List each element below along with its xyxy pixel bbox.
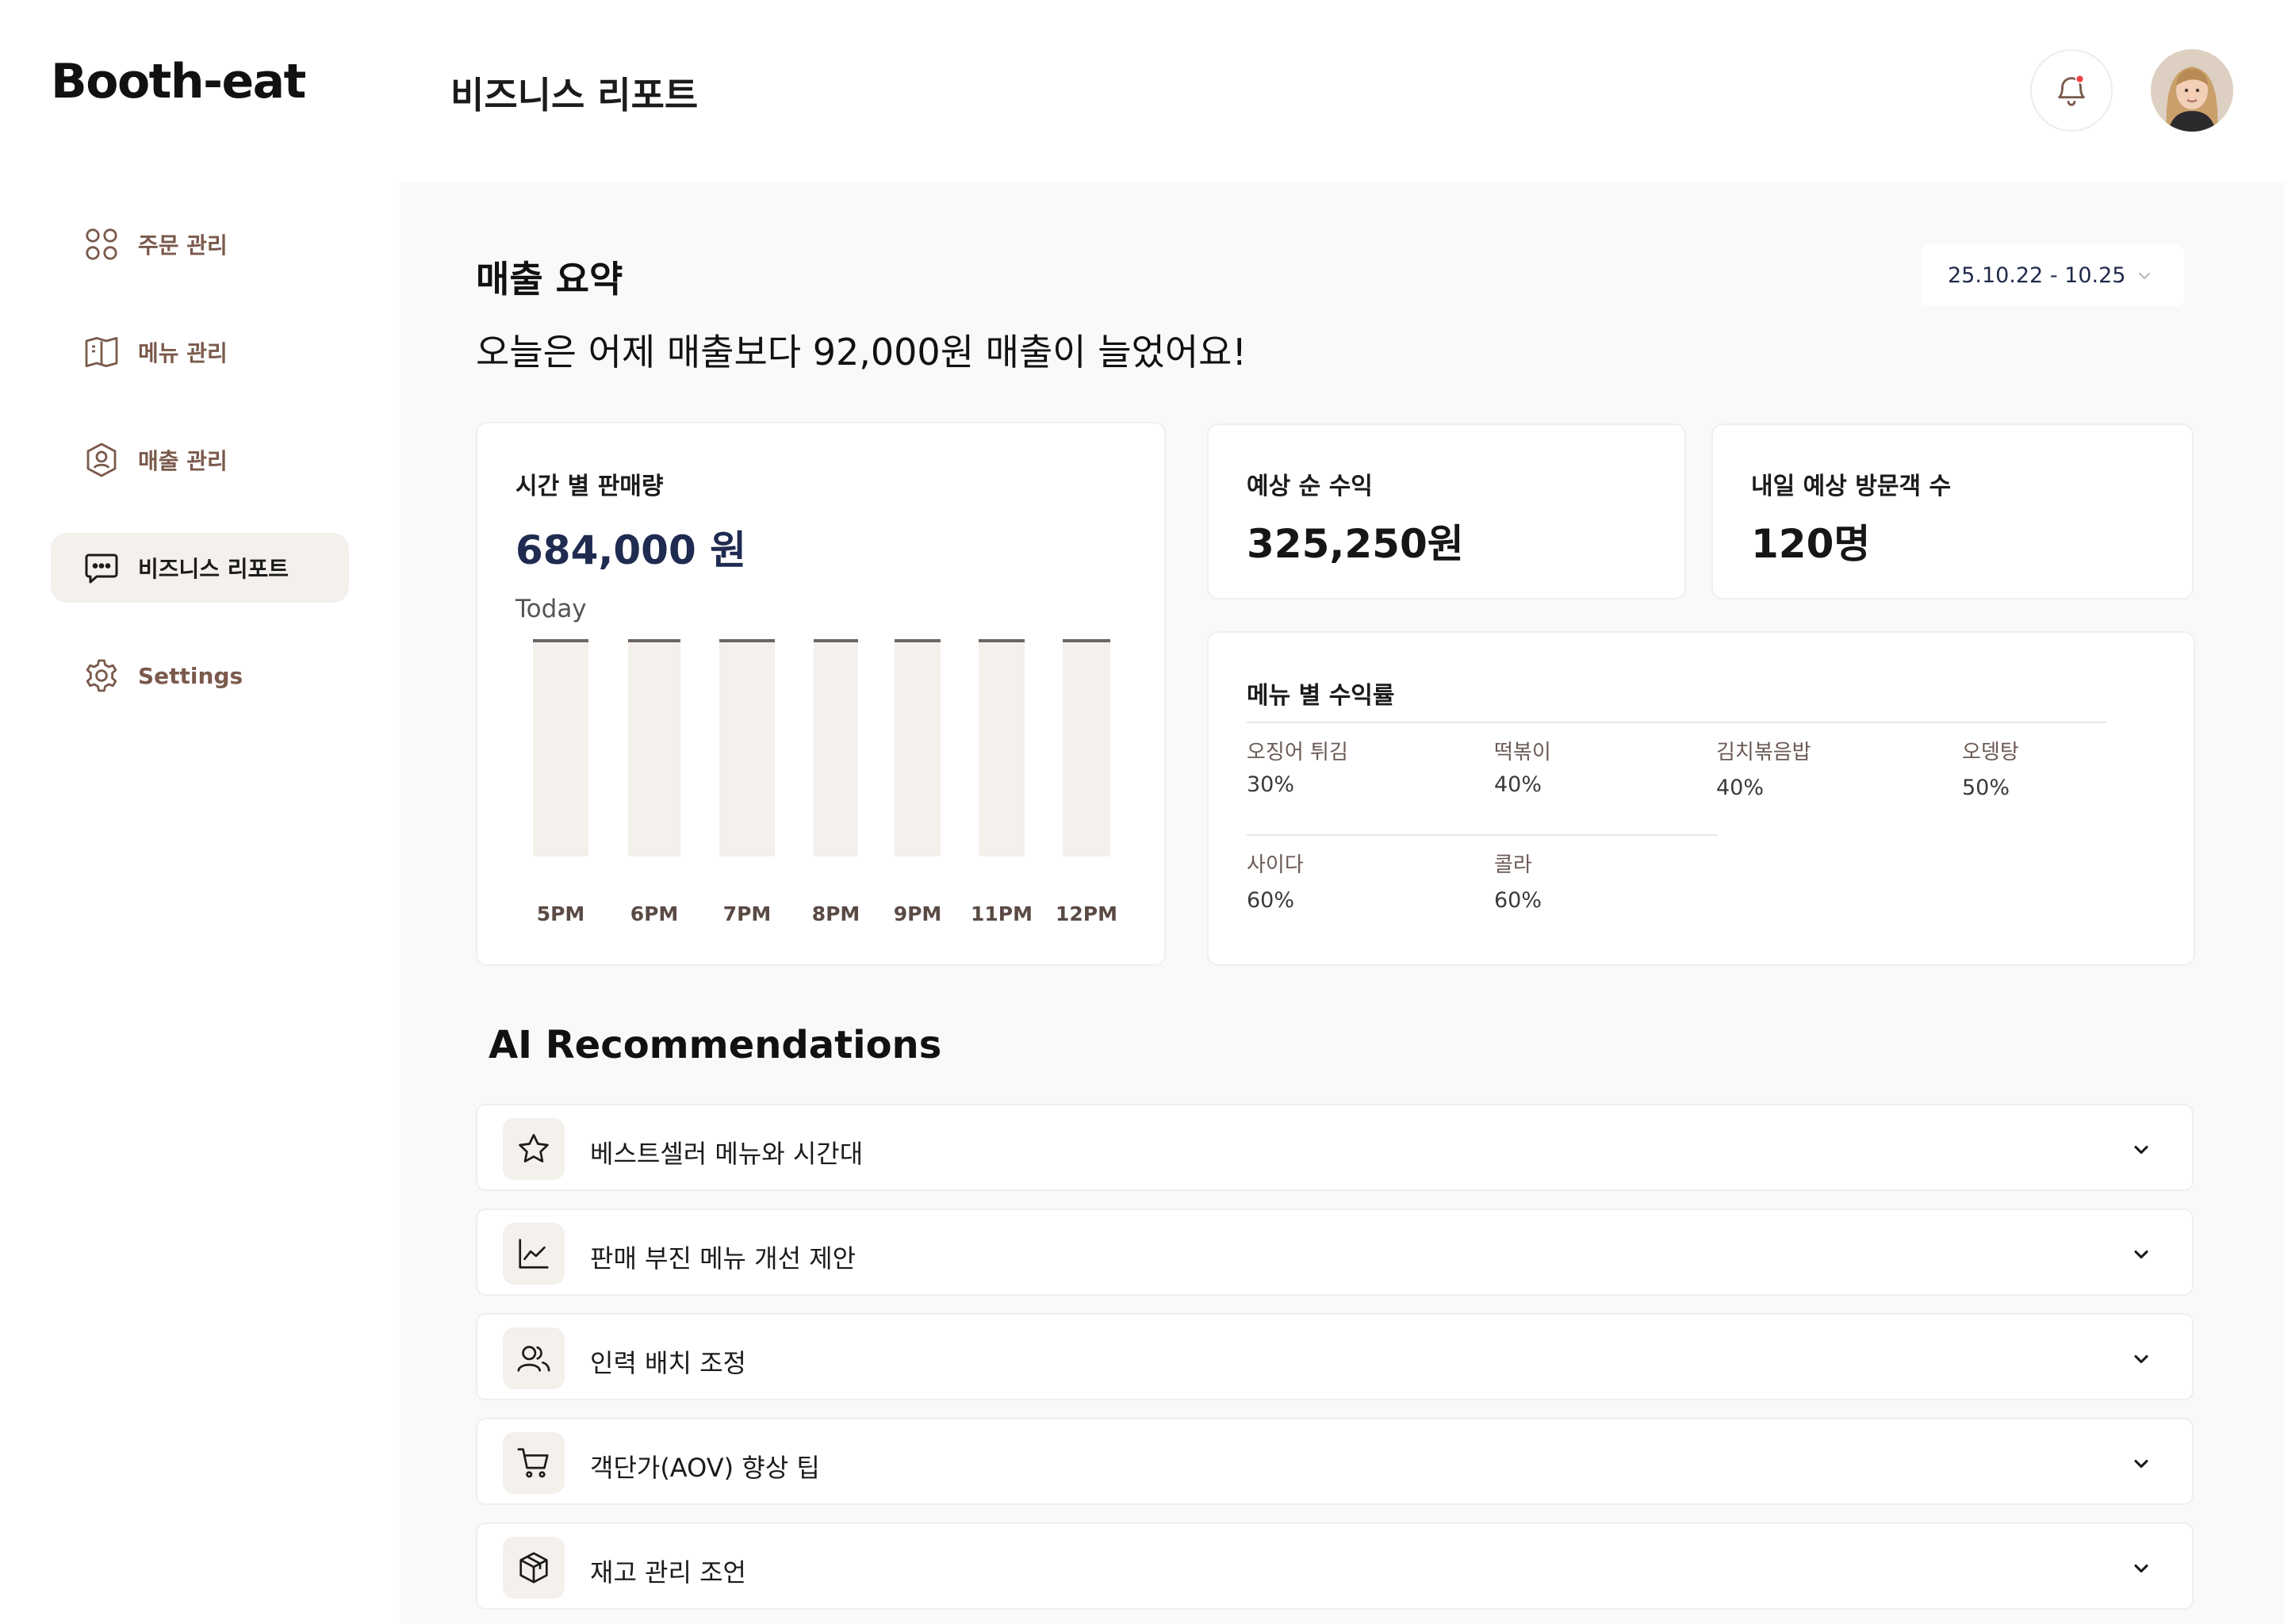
menu-item-pct: 40% (1494, 772, 1542, 797)
sales-card-label: 시간 별 판매량 (515, 473, 664, 500)
visitor-card-label: 내일 예상 방문객 수 (1751, 473, 1952, 500)
ai-item-slow-menu[interactable]: 판매 부진 메뉴 개선 제안 (476, 1208, 2194, 1296)
main-content: 매출 요약 오늘은 어제 매출보다 92,000원 매출이 늘었어요! 25.1… (400, 182, 2284, 1624)
chart-tick-label: 7PM (722, 902, 772, 925)
ai-item-staffing[interactable]: 인력 배치 조정 (476, 1313, 2194, 1400)
profit-value: 325,250원 (1247, 521, 1464, 567)
chart-bar (1063, 639, 1110, 856)
menu-item-name: 오징어 튀김 (1247, 741, 1348, 764)
ai-recommendations-title: AI Recommendations (489, 1023, 942, 1067)
trend-chart-icon (503, 1223, 565, 1285)
date-range-picker[interactable]: 25.10.22 - 10.25 (1921, 244, 2184, 306)
sidebar-item-label: 비즈니스 리포트 (138, 556, 289, 582)
menu-item-name: 콜라 (1494, 853, 1532, 877)
sidebar-item-business-report[interactable]: 비즈니스 리포트 (51, 533, 349, 603)
chevron-down-icon[interactable] (2130, 1139, 2152, 1161)
ai-item-label: 판매 부진 메뉴 개선 제안 (590, 1243, 856, 1274)
expected-visitors-card: 내일 예상 방문객 수 120명 (1711, 423, 2194, 599)
chart-bar (895, 639, 941, 856)
sidebar-item-label: 주문 관리 (138, 232, 228, 259)
chat-icon (81, 547, 122, 588)
star-icon (503, 1118, 565, 1180)
menu-profit-label: 메뉴 별 수익률 (1247, 682, 1395, 710)
expected-profit-card: 예상 순 수익 325,250원 (1207, 423, 1686, 599)
menu-item-pct: 30% (1247, 772, 1295, 797)
chart-bar (979, 639, 1025, 856)
summary-headline: 오늘은 어제 매출보다 92,000원 매출이 늘었어요! (476, 331, 1247, 373)
grid-icon (81, 224, 122, 265)
menu-item-pct: 40% (1716, 776, 1765, 800)
notification-dot (2075, 74, 2085, 84)
chevron-down-icon[interactable] (2130, 1557, 2152, 1580)
divider (1247, 834, 1718, 836)
divider (1247, 722, 2106, 723)
ai-item-aov[interactable]: 객단가(AOV) 향상 팁 (476, 1418, 2194, 1505)
period-label: Today (515, 595, 587, 623)
sidebar-item-label: 매출 관리 (138, 448, 228, 474)
profit-card-label: 예상 순 수익 (1247, 473, 1373, 500)
ai-item-label: 베스트셀러 메뉴와 시간대 (590, 1139, 864, 1169)
chart-tick-label: 6PM (630, 902, 679, 925)
sidebar-item-sales[interactable]: 매출 관리 (51, 425, 349, 495)
chevron-down-icon[interactable] (2130, 1243, 2152, 1266)
menu-item-pct: 60% (1494, 888, 1542, 913)
book-icon (81, 331, 122, 373)
ai-item-label: 객단가(AOV) 향상 팁 (590, 1453, 820, 1483)
gear-icon (81, 655, 122, 696)
sales-by-time-card: 시간 별 판매량 684,000 원 Today 5PM 6PM 7PM 8PM 9PM… (476, 422, 1166, 966)
chart-tick-label: 11PM (971, 902, 1033, 925)
user-badge-icon (81, 439, 122, 481)
chart-bar (533, 639, 588, 856)
ai-item-label: 재고 관리 조언 (590, 1557, 746, 1588)
menu-item-pct: 50% (1962, 776, 2010, 800)
sidebar-item-orders[interactable]: 주문 관리 (51, 209, 349, 279)
sales-amount: 684,000 원 (515, 527, 747, 573)
menu-item-name: 떡볶이 (1494, 741, 1551, 764)
menu-item-pct: 60% (1247, 888, 1295, 913)
chart-tick-label: 9PM (893, 902, 942, 925)
cart-icon (503, 1432, 565, 1494)
avatar-image (2151, 49, 2233, 132)
chart-bar (814, 639, 858, 856)
ai-item-bestseller[interactable]: 베스트셀러 메뉴와 시간대 (476, 1104, 2194, 1191)
app-logo[interactable]: Booth-eat (51, 54, 306, 109)
menu-item-name: 오뎅탕 (1962, 741, 2019, 764)
date-range-value: 25.10.22 - 10.25 (1948, 262, 2126, 288)
sidebar-item-menu[interactable]: 메뉴 관리 (51, 317, 349, 387)
bell-icon (2058, 74, 2085, 106)
menu-item-name: 김치볶음밥 (1716, 741, 1811, 764)
box-icon (503, 1537, 565, 1599)
notification-button[interactable] (2030, 49, 2113, 132)
chevron-down-icon[interactable] (2130, 1453, 2152, 1475)
chart-tick-label: 8PM (811, 902, 860, 925)
sidebar: 주문 관리 메뉴 관리 매출 관리 비즈니스 리포트 Settings (0, 182, 400, 1624)
ai-item-label: 인력 배치 조정 (590, 1348, 746, 1378)
summary-title: 매출 요약 (476, 258, 623, 301)
chart-bar (719, 639, 775, 856)
ai-item-inventory[interactable]: 재고 관리 조언 (476, 1522, 2194, 1610)
menu-item-name: 사이다 (1247, 853, 1304, 877)
chart-tick-label: 5PM (536, 902, 585, 925)
chevron-down-icon (2139, 273, 2150, 279)
chevron-down-icon[interactable] (2130, 1348, 2152, 1370)
page-title: 비즈니스 리포트 (450, 74, 699, 117)
sidebar-item-label: 메뉴 관리 (138, 340, 228, 366)
users-icon (503, 1327, 565, 1389)
visitor-value: 120명 (1751, 521, 1871, 567)
menu-profit-card: 메뉴 별 수익률 오징어 튀김 30% 떡볶이 40% 김치볶음밥 40% 오뎅… (1207, 631, 2195, 966)
chart-tick-label: 12PM (1056, 902, 1117, 925)
user-avatar[interactable] (2151, 49, 2233, 132)
sidebar-item-label: Settings (138, 662, 243, 689)
chart-bar (628, 639, 680, 856)
sidebar-item-settings[interactable]: Settings (51, 641, 349, 710)
